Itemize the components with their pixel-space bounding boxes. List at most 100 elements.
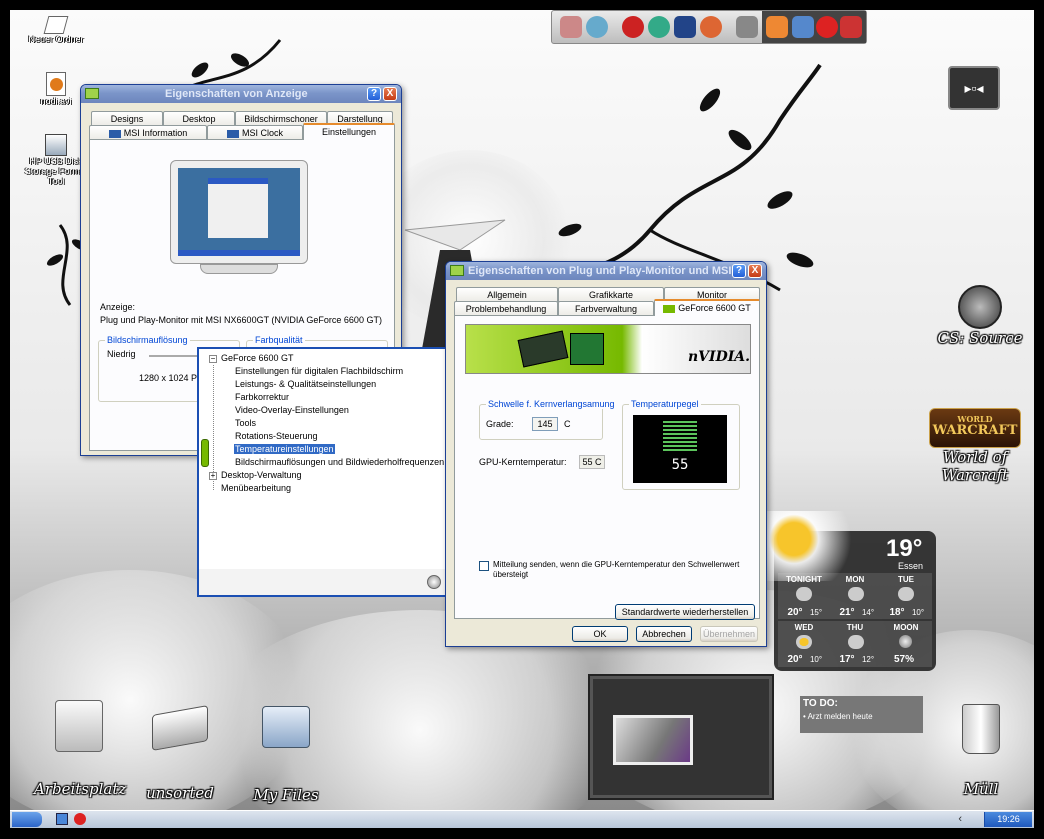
icon-label: My Files [253, 786, 319, 804]
weather-widget[interactable]: 19° Essen TONIGHT MON TUE 20° 15° 21° 14… [764, 511, 936, 671]
close-button[interactable]: X [748, 264, 762, 278]
grade-input[interactable]: 145 [532, 417, 558, 431]
pnp-monitor-window[interactable]: Eigenschaften von Plug und Play-Monitor … [445, 261, 767, 647]
tree-root-geforce[interactable]: GeForce 6600 GT [221, 353, 294, 363]
app-icon[interactable] [766, 16, 788, 38]
drag-handle[interactable] [201, 439, 209, 467]
tab-msi-clock[interactable]: MSI Clock [207, 125, 303, 140]
apply-button[interactable]: Übernehmen [700, 626, 758, 642]
moon-icon [899, 635, 912, 648]
rain-icon [848, 635, 864, 649]
tab-farbverwaltung[interactable]: Farbverwaltung [558, 301, 654, 316]
desktop-icon-my-files[interactable]: My Files [246, 706, 326, 804]
collapse-toggle[interactable]: − [209, 355, 217, 363]
tree-root-desktop[interactable]: Desktop-Verwaltung [221, 470, 302, 480]
sun-rain-icon [796, 635, 812, 649]
desktop-icon-cs-source[interactable]: CS: Source [930, 285, 1030, 347]
tab-einstellungen[interactable]: Einstellungen [303, 123, 395, 140]
nvidia-icon [663, 304, 676, 313]
tree-item[interactable]: Farbkorrektur [235, 392, 289, 402]
show-desktop-icon[interactable] [56, 813, 68, 825]
tab-label: MSI Clock [241, 128, 283, 138]
folder-icon [262, 706, 310, 748]
desktop-icon-warcraft[interactable]: WORLD WARCRAFT World of Warcraft [915, 408, 1034, 484]
window-title: Eigenschaften von Plug und Play-Monitor … [468, 265, 741, 277]
temp-low: 10° [809, 655, 823, 664]
restore-defaults-button[interactable]: Standardwerte wiederherstellen [615, 604, 755, 620]
forecast-day: WED [794, 623, 814, 632]
tree-item[interactable]: Leistungs- & Qualitätseinstellungen [235, 379, 376, 389]
gauge-bars [663, 421, 697, 451]
icon-label: Müll [963, 780, 999, 798]
tab-grafikkarte[interactable]: Grafikkarte [558, 287, 664, 302]
messenger-icon[interactable] [586, 16, 608, 38]
rain-icon [796, 587, 812, 601]
tree-item[interactable]: Bildschirmauflösungen und Bildwiederholf… [235, 457, 444, 467]
nvidia-settings-tree[interactable]: − GeForce 6600 GT Einstellungen für digi… [197, 347, 455, 597]
tab-geforce[interactable]: GeForce 6600 GT [654, 299, 760, 316]
temp-low: 14° [861, 608, 875, 617]
clock-widget[interactable]: ▸▫◂ [948, 18, 1028, 114]
help-button[interactable]: ? [367, 87, 381, 101]
tree-item[interactable]: Tools [235, 418, 256, 428]
app-icon[interactable] [840, 16, 862, 38]
desktop-icon-arbeitsplatz[interactable]: Arbeitsplatz [34, 700, 126, 798]
clock-time: 19:26 [997, 814, 1020, 824]
app-icon[interactable] [816, 16, 838, 38]
temp-high: 20° [787, 654, 803, 665]
notify-label: Mitteilung senden, wenn die GPU-Kerntemp… [493, 560, 740, 579]
app-icon[interactable] [674, 16, 696, 38]
nvidia-eye-icon[interactable] [427, 575, 441, 589]
app-icon[interactable] [560, 16, 582, 38]
tree-item[interactable]: Video-Overlay-Einstellungen [235, 405, 349, 415]
firefox-icon[interactable] [700, 16, 722, 38]
tab-desktop[interactable]: Desktop [163, 111, 235, 126]
photo-frame-widget[interactable] [590, 676, 772, 798]
pnp-monitor-titlebar[interactable]: Eigenschaften von Plug und Play-Monitor … [446, 262, 766, 280]
desktop-icon-unsorted[interactable]: unsorted [140, 705, 220, 802]
tab-msi-information[interactable]: MSI Information [89, 125, 207, 140]
expand-toggle[interactable]: + [209, 472, 217, 480]
tree-root-menu[interactable]: Menübearbeitung [221, 483, 291, 493]
temperature-gauge-group: Temperaturpegel 55 [622, 399, 740, 490]
cancel-button[interactable]: Abbrechen [636, 626, 692, 642]
temp-high: 20° [787, 607, 803, 618]
nvidia-banner: nVIDIA. [465, 324, 751, 374]
taskbar: ‹ 19:26 [10, 810, 1034, 828]
forecast-day: THU [846, 623, 864, 632]
ok-button[interactable]: OK [572, 626, 628, 642]
desktop-icon-neuer-ordner[interactable]: Neuer Ordner [16, 16, 96, 44]
tab-designs[interactable]: Designs [91, 111, 163, 126]
todo-item[interactable]: • Arzt melden heute [803, 712, 873, 721]
opera-icon[interactable] [74, 813, 86, 825]
geforce-panel: nVIDIA. Schwelle f. Kernverlangsamung Gr… [454, 315, 760, 620]
quicklaunch-dock [551, 10, 867, 44]
winamp-icon[interactable] [736, 16, 758, 38]
todo-title: TO DO: [803, 698, 838, 709]
system-tray-clock[interactable]: 19:26 [984, 812, 1032, 827]
start-button[interactable] [12, 812, 42, 827]
anzeige-label: Anzeige: [100, 302, 136, 312]
tab-allgemein[interactable]: Allgemein [456, 287, 558, 302]
app-icon[interactable] [792, 16, 814, 38]
opera-icon[interactable] [622, 16, 644, 38]
display-properties-titlebar[interactable]: Eigenschaften von Anzeige ? X [81, 85, 401, 103]
tray-expand-chevron[interactable]: ‹ [958, 813, 962, 825]
notify-checkbox[interactable] [479, 561, 489, 571]
close-button[interactable]: X [383, 87, 397, 101]
tree-item-selected[interactable]: Temperatureinstellungen [234, 444, 335, 454]
tree-item[interactable]: Rotations-Steuerung [235, 431, 318, 441]
forecast-day: MOON [893, 623, 919, 632]
todo-item-text: Arzt melden heute [807, 712, 873, 721]
tree-item[interactable]: Einstellungen für digitalen Flachbildsch… [235, 366, 403, 376]
current-temp: 19° [886, 535, 923, 562]
gpu-chip-image [570, 333, 604, 365]
todo-widget[interactable]: TO DO: • Arzt melden heute [800, 696, 923, 733]
icon-label: World of Warcraft [941, 448, 1009, 484]
tab-problembehandlung[interactable]: Problembehandlung [454, 301, 558, 316]
help-button[interactable]: ? [732, 264, 746, 278]
temp-low: 15° [809, 608, 823, 617]
globe-icon[interactable] [648, 16, 670, 38]
preview-screen [178, 168, 300, 256]
desktop-icon-muell[interactable]: Müll [946, 704, 1016, 798]
